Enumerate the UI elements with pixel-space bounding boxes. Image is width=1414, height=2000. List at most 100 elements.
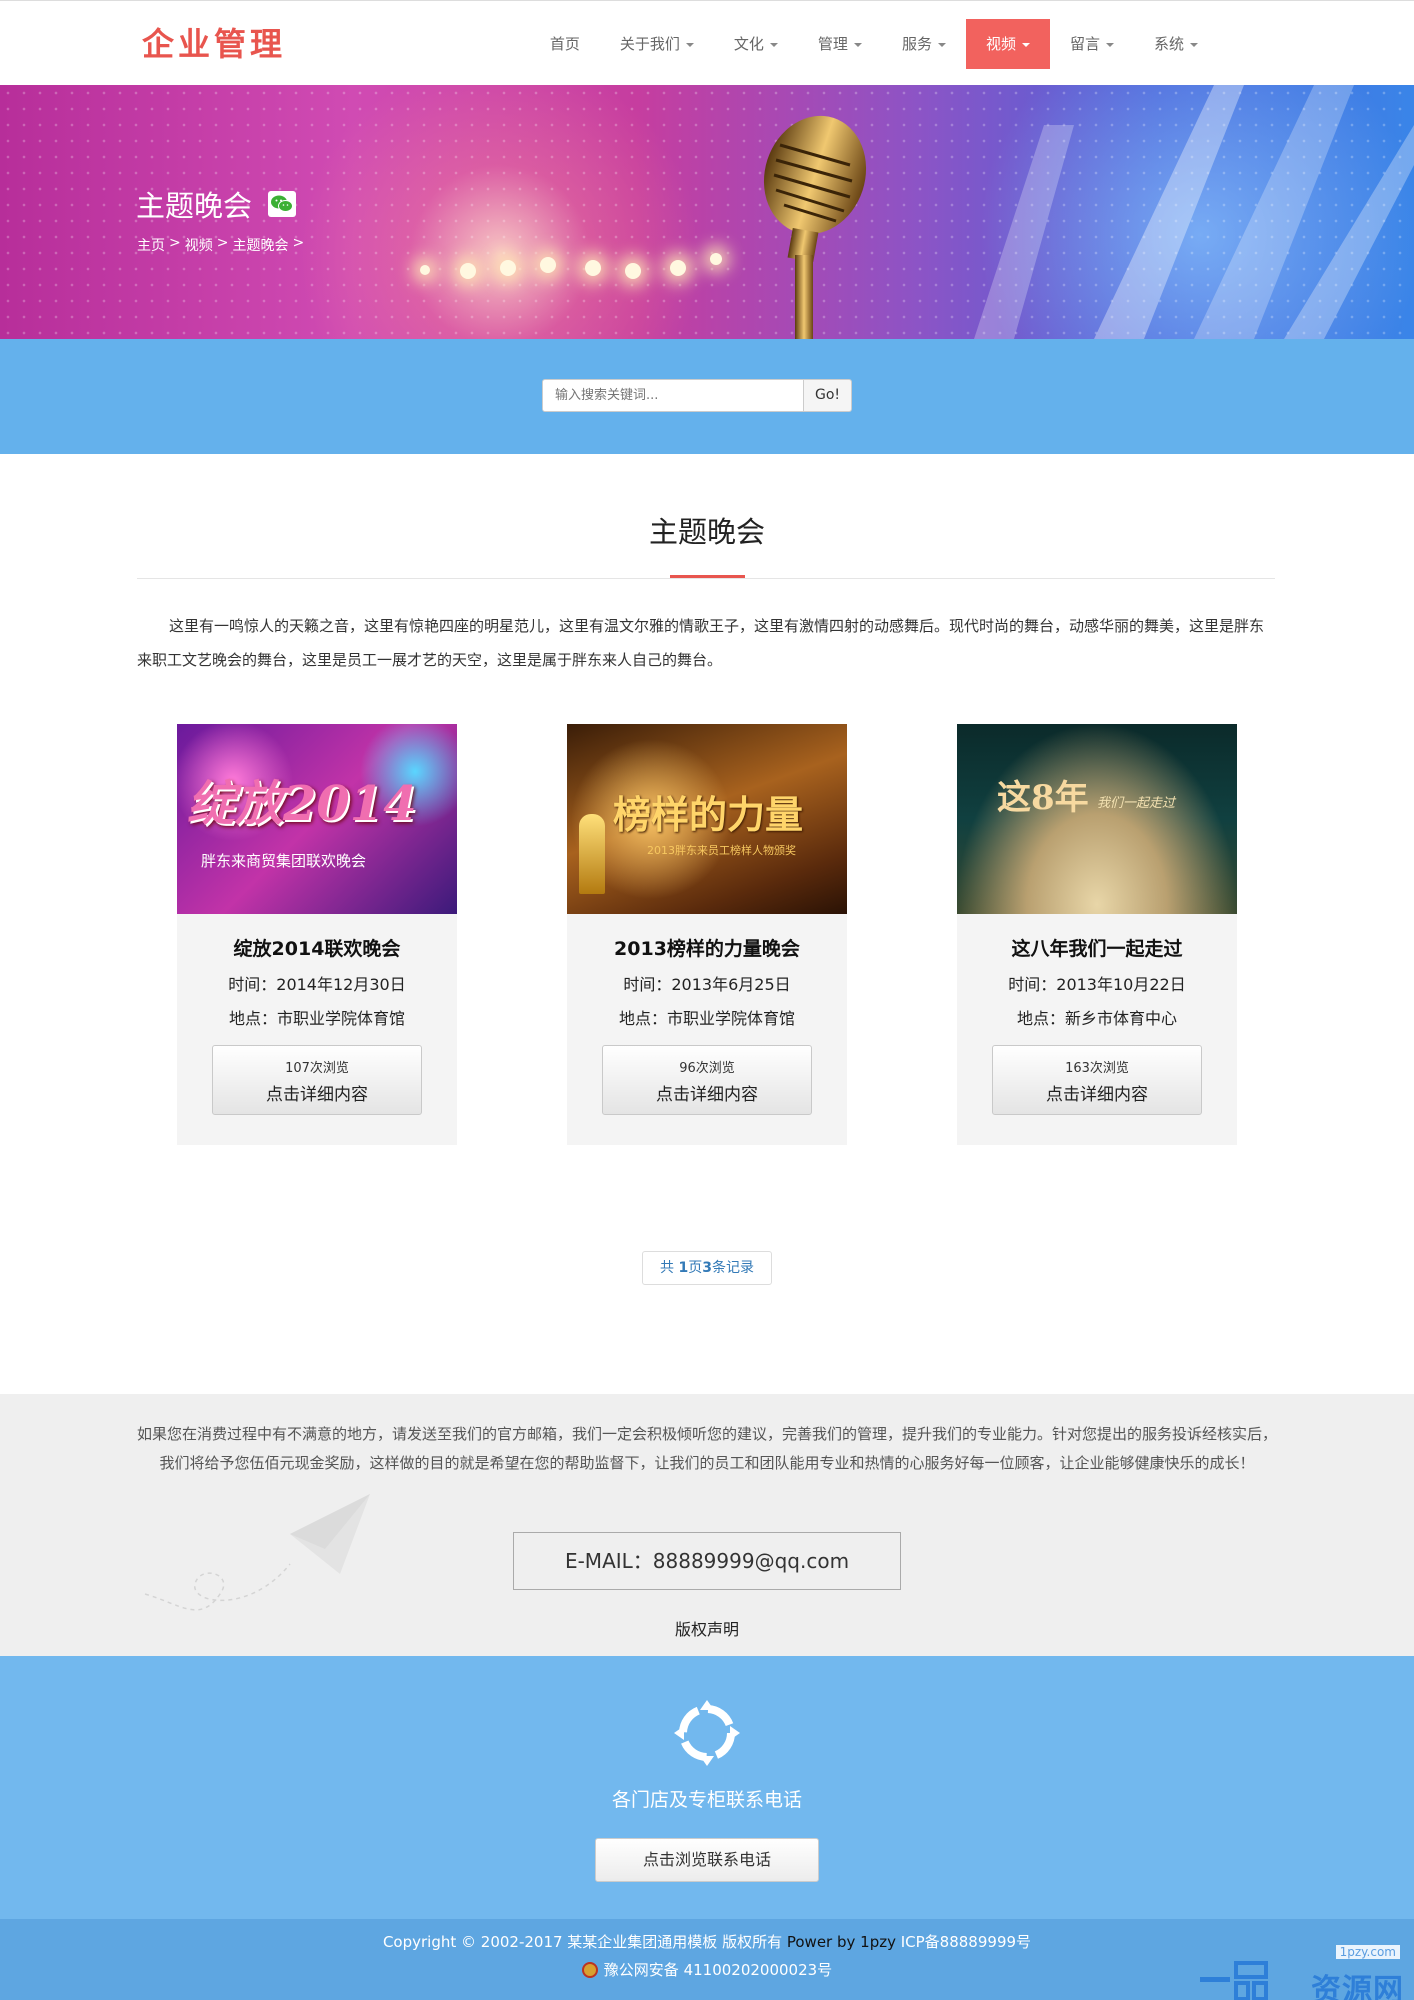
watermark-logo-icon (1200, 1961, 1268, 2000)
nav-item[interactable]: 管理 (798, 19, 882, 69)
title-divider (137, 578, 1275, 579)
pager-pages: 1 (678, 1260, 689, 1276)
event-thumbnail[interactable]: 榜样的力量 2013胖东来员工榜样人物颁奖 (567, 724, 847, 914)
main-nav: 首页 关于我们 文化 管理 服务 视频 留言 系统 (530, 19, 1218, 69)
pager-mid: 页 (688, 1260, 703, 1276)
nav-item-label: 管理 (817, 35, 848, 53)
nav-item-label: 留言 (1069, 35, 1100, 53)
caret-down-icon (1190, 43, 1198, 47)
search-form: Go! (542, 379, 852, 412)
nav-item-label: 视频 (985, 35, 1016, 53)
section-intro: 这里有一鸣惊人的天籁之音，这里有惊艳四座的明星范儿，这里有温文尔雅的情歌王子，这… (137, 617, 1265, 669)
nav-item[interactable]: 服务 (882, 19, 966, 69)
event-card: 榜样的力量 2013胖东来员工榜样人物颁奖 2013榜样的力量晚会 时间：201… (567, 724, 847, 1145)
detail-label: 点击详细内容 (266, 1085, 368, 1105)
trophy-icon (579, 814, 605, 894)
company-logo-icon (674, 1700, 740, 1766)
nav-item-label: 首页 (549, 35, 580, 53)
banner-title: 主题晚会 (136, 183, 297, 225)
nav-item[interactable]: 文化 (714, 19, 798, 69)
nav-item[interactable]: 留言 (1050, 19, 1134, 69)
copyright-notice-link[interactable]: 版权声明 (0, 1616, 1414, 1640)
feedback-text: 如果您在消费过程中有不满意的地方，请发送至我们的官方邮箱，我们一定会积极倾听您的… (137, 1425, 1278, 1472)
pagination-summary[interactable]: 共 1页3条记录 (642, 1251, 772, 1285)
contact-section: 各门店及专柜联系电话 点击浏览联系电话 (0, 1656, 1414, 1919)
event-thumbnail[interactable]: 绽放2014 胖东来商贸集团联欢晚会 (177, 724, 457, 914)
view-count: 163次浏览 (1065, 1061, 1129, 1076)
thumbnail-subtitle: 胖东来商贸集团联欢晚会 (201, 852, 367, 870)
caret-down-icon (769, 43, 778, 47)
caret-down-icon (853, 43, 862, 47)
breadcrumb: 主页 > 视频 > 主题晚会 > (137, 235, 304, 255)
watermark-text: 资源网 (1311, 1973, 1404, 2000)
event-detail-button[interactable]: 163次浏览 点击详细内容 (992, 1045, 1202, 1115)
event-card: 这8年 我们一起走过 这八年我们一起走过 时间：2013年10月22日 地点：新… (957, 724, 1237, 1145)
event-time: 时间：2013年10月22日 (1008, 975, 1186, 994)
event-place: 地点：市职业学院体育馆 (228, 1009, 405, 1028)
nav-item[interactable]: 关于我们 (600, 19, 714, 69)
watermark: 1pzy.com 资源网 (1184, 1937, 1414, 2000)
breadcrumb-item[interactable]: 主题晚会 (232, 235, 288, 255)
event-title[interactable]: 绽放2014联欢晚会 (177, 934, 457, 961)
detail-label: 点击详细内容 (656, 1085, 758, 1105)
feedback-section: 如果您在消费过程中有不满意的地方，请发送至我们的官方邮箱，我们一定会积极倾听您的… (0, 1394, 1414, 1656)
thumbnail-subtitle: 2013胖东来员工榜样人物颁奖 (647, 844, 796, 857)
police-record[interactable]: 豫公网安备 41100202000023号 (604, 1959, 832, 1980)
event-title[interactable]: 2013榜样的力量晚会 (567, 934, 847, 961)
event-title[interactable]: 这八年我们一起走过 (957, 934, 1237, 961)
icp-number[interactable]: ICP备88889999号 (896, 1933, 1031, 1951)
light-beams (974, 85, 1414, 339)
search-input[interactable] (542, 379, 804, 412)
pager-records: 3 (702, 1260, 712, 1276)
thumbnail-title: 榜样的力量 (613, 792, 804, 837)
nav-item[interactable]: 首页 (530, 19, 600, 69)
breadcrumb-separator: > (216, 235, 229, 251)
email-box[interactable]: E-MAIL：88889999@qq.com (513, 1532, 901, 1590)
nav-item-label: 系统 (1153, 35, 1184, 53)
thumbnail-title: 绽放2014 (187, 776, 417, 832)
contact-title: 各门店及专柜联系电话 (611, 1789, 802, 1811)
breadcrumb-item[interactable]: 主页 (137, 235, 165, 255)
caret-down-icon (685, 43, 694, 47)
event-time: 时间：2014年12月30日 (228, 975, 406, 994)
page-banner: 主题晚会 主页 > 视频 > 主题晚会 > (0, 85, 1414, 339)
view-count: 107次浏览 (285, 1061, 349, 1076)
view-count: 96次浏览 (679, 1061, 735, 1076)
caret-down-icon (1105, 43, 1114, 47)
caret-down-icon (937, 43, 946, 47)
event-card: 绽放2014 胖东来商贸集团联欢晚会 绽放2014联欢晚会 时间：2014年12… (177, 724, 457, 1145)
breadcrumb-separator: > (292, 235, 305, 251)
nav-item[interactable]: 系统 (1134, 19, 1218, 69)
police-badge-icon (581, 1961, 598, 1978)
site-logo[interactable]: 企业管理 (142, 19, 286, 65)
search-band: Go! (0, 339, 1414, 454)
detail-label: 点击详细内容 (1046, 1085, 1148, 1105)
wechat-icon[interactable] (268, 191, 297, 217)
event-time: 时间：2013年6月25日 (623, 975, 791, 994)
event-place: 地点：新乡市体育中心 (1016, 1009, 1177, 1028)
event-thumbnail[interactable]: 这8年 我们一起走过 (957, 724, 1237, 914)
breadcrumb-separator: > (169, 235, 181, 251)
view-phone-numbers-button[interactable]: 点击浏览联系电话 (595, 1838, 819, 1882)
section-title: 主题晚会 (648, 515, 765, 549)
pager-prefix: 共 (660, 1260, 679, 1276)
paper-plane-icon (144, 1494, 370, 1611)
title-accent-bar (670, 575, 745, 578)
thumbnail-title: 这8年 (997, 778, 1089, 818)
event-place: 地点：市职业学院体育馆 (618, 1009, 795, 1028)
nav-item[interactable]: 视频 (965, 19, 1050, 69)
event-detail-button[interactable]: 107次浏览 点击详细内容 (212, 1045, 422, 1115)
site-header: 企业管理 首页 关于我们 文化 管理 服务 视频 留言 系统 (0, 0, 1414, 85)
powered-by-link[interactable]: Power by 1pzy (787, 1933, 896, 1951)
breadcrumb-item[interactable]: 视频 (185, 235, 213, 255)
microphone-image (763, 115, 867, 339)
nav-item-label: 关于我们 (619, 35, 680, 53)
search-go-button[interactable]: Go! (804, 379, 852, 412)
caret-down-icon (1021, 43, 1030, 47)
copyright-text: Copyright © 2002-2017 某某企业集团通用模板 版权所有 (382, 1933, 787, 1951)
nav-item-label: 服务 (901, 35, 932, 53)
banner-title-text: 主题晚会 (136, 189, 253, 223)
event-detail-button[interactable]: 96次浏览 点击详细内容 (602, 1045, 812, 1115)
content-section: 主题晚会 这里有一鸣惊人的天籁之音，这里有惊艳四座的明星范儿，这里有温文尔雅的情… (0, 454, 1414, 1394)
watermark-domain: 1pzy.com (1335, 1945, 1400, 1959)
